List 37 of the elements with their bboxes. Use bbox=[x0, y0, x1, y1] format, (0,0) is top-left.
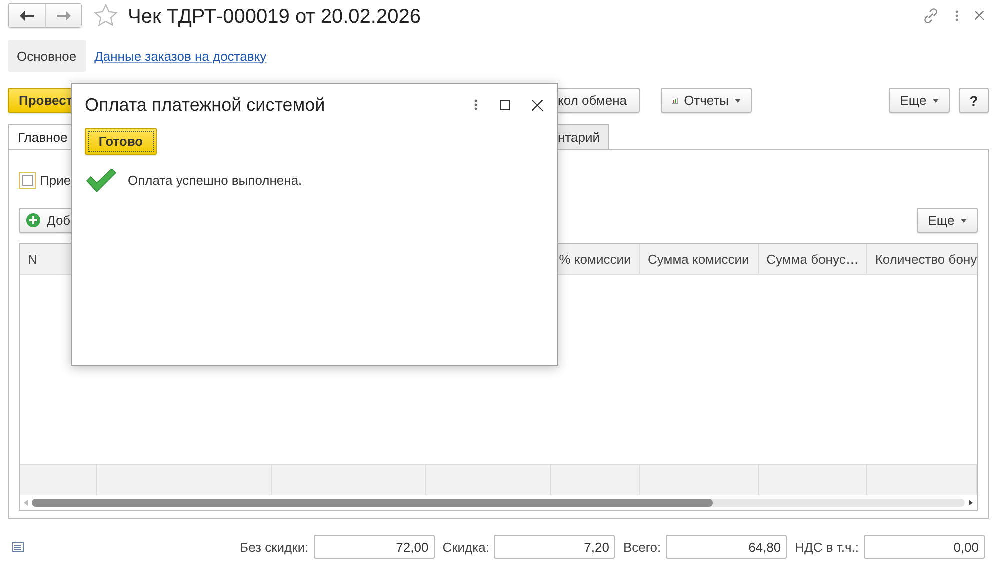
help-button[interactable]: ? bbox=[959, 88, 989, 113]
forward-arrow-icon bbox=[56, 10, 70, 20]
scrollbar-thumb[interactable] bbox=[32, 498, 714, 506]
back-button[interactable] bbox=[9, 4, 45, 27]
total-label: Без скидки: bbox=[240, 540, 309, 554]
total-label: Всего: bbox=[623, 540, 662, 554]
total-field[interactable]: 7,20 bbox=[494, 535, 616, 559]
link-icon[interactable] bbox=[923, 8, 939, 24]
column-header[interactable]: Сумма комиссии bbox=[640, 244, 759, 274]
column-header[interactable]: Сумма бонус… bbox=[758, 244, 868, 274]
maximize-icon[interactable] bbox=[500, 100, 510, 110]
total-field[interactable]: 64,80 bbox=[666, 535, 788, 559]
more-button[interactable]: Еще bbox=[917, 208, 978, 233]
star-icon[interactable] bbox=[94, 4, 118, 27]
total-field[interactable]: 0,00 bbox=[864, 535, 985, 559]
done-button[interactable]: Готово bbox=[85, 128, 157, 155]
reports-button[interactable]: Отчеты bbox=[661, 88, 752, 113]
dialog-title: Оплата платежной системой bbox=[85, 94, 326, 116]
total-label: Скидка: bbox=[442, 540, 490, 554]
checkbox[interactable] bbox=[19, 172, 36, 188]
more-icon[interactable] bbox=[955, 10, 959, 22]
nav-link[interactable]: Данные заказов на доставку bbox=[86, 40, 276, 72]
checkbox-label: Прие bbox=[40, 172, 72, 188]
scroll-right-icon[interactable] bbox=[969, 500, 973, 506]
nav-tab[interactable]: Основное bbox=[8, 40, 86, 72]
close-icon[interactable] bbox=[532, 100, 543, 110]
column-header[interactable]: Количество бону bbox=[867, 244, 977, 274]
plus-icon bbox=[26, 213, 41, 228]
status-message: Оплата успешно выполнена. bbox=[128, 173, 302, 188]
checkmark-icon bbox=[86, 169, 117, 192]
more-button[interactable]: Еще bbox=[889, 88, 950, 113]
back-arrow-icon bbox=[20, 10, 34, 20]
window-title: Чек ТДРТ-000019 от 20.02.2026 bbox=[128, 6, 421, 29]
total-field[interactable]: 72,00 bbox=[314, 535, 435, 559]
list-icon[interactable] bbox=[12, 542, 24, 552]
more-icon[interactable] bbox=[474, 99, 478, 111]
total-label: НДС в т.ч.: bbox=[795, 540, 859, 554]
